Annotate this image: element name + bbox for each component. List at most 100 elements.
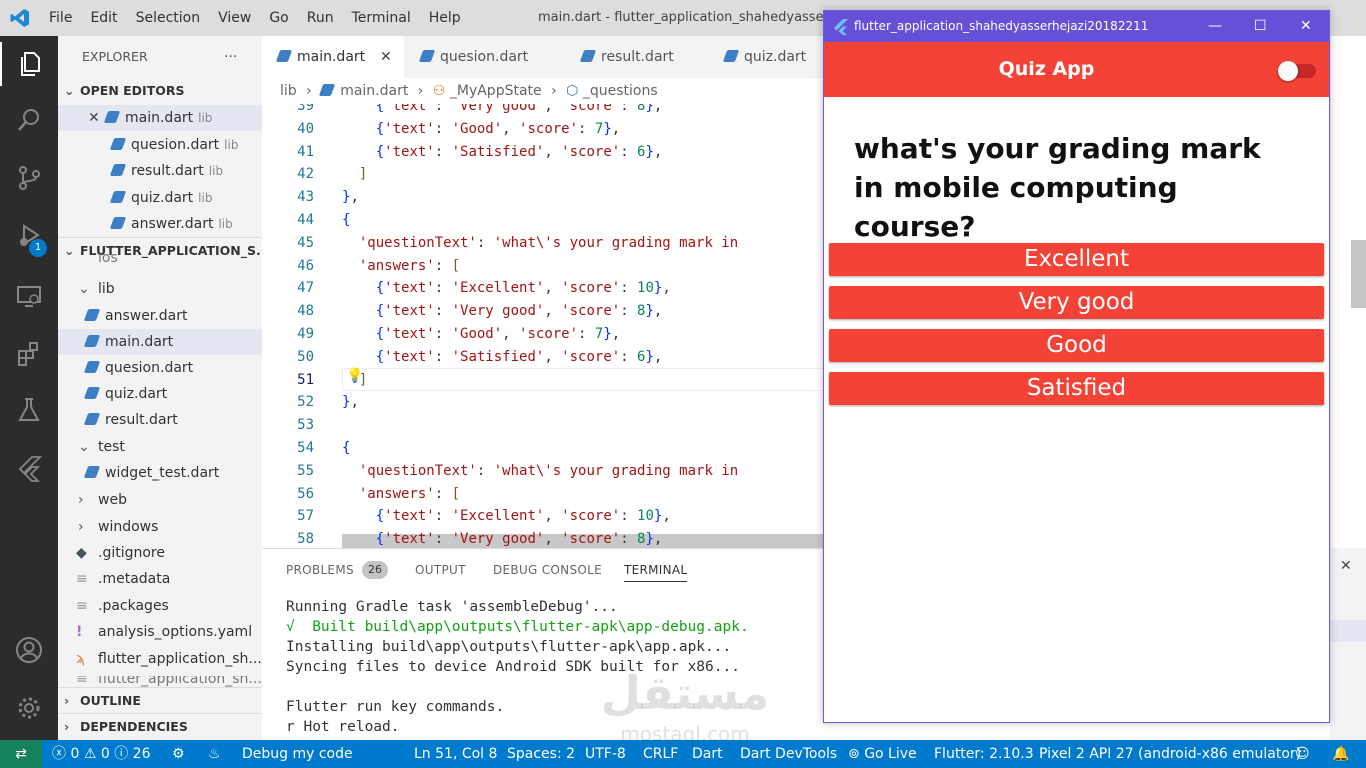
tree-file[interactable]: ≡ .packages	[58, 593, 262, 619]
tab-main-dart[interactable]: main.dart ✕	[262, 36, 404, 78]
tree-file[interactable]: main.dart	[58, 329, 262, 355]
search-icon[interactable]	[0, 98, 58, 142]
menu-help[interactable]: Help	[420, 0, 470, 36]
flutter-version-status[interactable]: Flutter: 2.10.3	[934, 740, 1034, 768]
chevron-right-icon: ›	[78, 519, 84, 535]
tab-debug-console[interactable]: DEBUG CONSOLE	[493, 563, 602, 577]
menu-run[interactable]: Run	[298, 0, 343, 36]
extensions-icon[interactable]	[0, 332, 58, 376]
problems-status[interactable]: ⓧ 0 ⚠ 0 ⓘ 26	[52, 740, 151, 768]
line-number: 40	[297, 120, 314, 137]
testing-icon[interactable]	[0, 388, 58, 432]
dart-file-icon	[83, 466, 101, 478]
go-live-button[interactable]: ⊚ Go Live	[848, 740, 917, 768]
menu-terminal[interactable]: Terminal	[343, 0, 420, 36]
feedback-icon[interactable]: ☺	[1295, 740, 1310, 768]
code-line: 'answers': [	[358, 257, 461, 274]
answer-button-good[interactable]: Good	[829, 329, 1324, 362]
notifications-bell-icon[interactable]: 🔔	[1332, 740, 1349, 768]
debug-target-icon[interactable]: ⚙	[172, 740, 185, 768]
open-editor-dir: lib	[224, 138, 239, 152]
close-window-icon[interactable]: ✕	[1300, 11, 1312, 42]
explorer-title: EXPLORER	[82, 49, 148, 64]
tree-folder[interactable]: ios	[58, 252, 262, 268]
debug-flame-icon[interactable]: ♨	[208, 740, 221, 768]
open-editor-item[interactable]: quesion.dart lib	[58, 132, 262, 158]
tab-problems[interactable]: PROBLEMS	[286, 563, 354, 577]
account-icon[interactable]	[0, 628, 58, 672]
close-tab-icon[interactable]: ✕	[380, 36, 392, 78]
tree-folder[interactable]: › web	[58, 487, 262, 513]
go-live-label: Go Live	[864, 746, 917, 762]
settings-gear-icon[interactable]	[0, 686, 58, 730]
run-debug-icon[interactable]: 1	[0, 214, 58, 258]
tab-quiz-dart[interactable]: quiz.dart	[709, 36, 824, 78]
menu-file[interactable]: File	[40, 0, 81, 36]
source-control-icon[interactable]	[0, 156, 58, 200]
explorer-icon[interactable]	[0, 42, 58, 86]
open-editor-dir: lib	[198, 111, 213, 125]
tree-folder[interactable]: ⌄ test	[58, 434, 262, 460]
tree-file[interactable]: ! analysis_options.yaml	[58, 619, 262, 645]
tab-output[interactable]: OUTPUT	[415, 563, 466, 577]
remote-explorer-icon[interactable]	[0, 274, 58, 318]
menu-edit[interactable]: Edit	[81, 0, 126, 36]
close-panel-icon[interactable]: ✕	[1340, 558, 1352, 574]
panel-edge: ✕	[1330, 548, 1366, 740]
breadcrumb-item[interactable]: main.dart	[340, 83, 408, 99]
device-status[interactable]: Pixel 2 API 27 (android-x86 emulator)	[1039, 740, 1301, 768]
terminal-list-item[interactable]	[1330, 620, 1366, 642]
chevron-right-icon: ›	[417, 83, 424, 99]
line-number: 55	[297, 462, 314, 479]
code-editor[interactable]: 💡 39 40 41 42 43 44 45 46 47 48 49 50 51 52 53 54 55 56 57…	[262, 104, 824, 548]
tree-item-label: result.dart	[105, 412, 178, 428]
tree-file[interactable]: quesion.dart	[58, 355, 262, 381]
line-number: 51	[297, 371, 314, 388]
editor-scrollbar-thumb[interactable]	[1351, 240, 1366, 308]
tree-file[interactable]: quiz.dart	[58, 381, 262, 407]
menu-view[interactable]: View	[209, 0, 260, 36]
theme-toggle-switch[interactable]	[1278, 61, 1316, 81]
outline-section[interactable]: › OUTLINE	[58, 687, 262, 713]
dependencies-section[interactable]: › DEPENDENCIES	[58, 713, 262, 739]
open-editor-item[interactable]: answer.dart lib	[58, 211, 262, 237]
line-number: 43	[297, 189, 314, 206]
explorer-more-actions[interactable]: ···	[224, 44, 237, 70]
tree-folder[interactable]: › windows	[58, 514, 262, 540]
breadcrumb-item[interactable]: _MyAppState	[450, 83, 542, 99]
close-editor-icon[interactable]: ✕	[88, 105, 106, 131]
tree-file[interactable]: result.dart	[58, 407, 262, 433]
open-editor-item[interactable]: result.dart lib	[58, 158, 262, 184]
remote-indicator-icon[interactable]: ⇄	[0, 740, 42, 768]
line-number: 49	[297, 326, 314, 342]
rss-file-icon: ϡ	[76, 651, 85, 667]
minimize-icon[interactable]: —	[1208, 11, 1222, 42]
open-editors-section[interactable]: ⌄ OPEN EDITORS	[58, 78, 262, 104]
window-title: main.dart - flutter_application_shahedya…	[538, 10, 837, 25]
tree-file[interactable]: ◆ .gitignore	[58, 540, 262, 566]
menu-selection[interactable]: Selection	[127, 0, 210, 36]
flutter-icon[interactable]	[0, 446, 58, 490]
maximize-icon[interactable]: ☐	[1254, 11, 1267, 42]
answer-button-satisfied[interactable]: Satisfied	[829, 372, 1324, 405]
tree-file[interactable]: ≡ .metadata	[58, 566, 262, 592]
tree-file[interactable]: ϡ flutter_application_sh...	[58, 646, 262, 672]
vscode-logo-icon	[10, 9, 29, 27]
debug-mode-status[interactable]: Debug my code	[242, 740, 353, 768]
answer-button-very-good[interactable]: Very good	[829, 286, 1324, 319]
tree-folder[interactable]: ⌄ lib	[58, 276, 262, 302]
cursor-position[interactable]: Ln 51, Col 8	[414, 740, 497, 768]
tree-file[interactable]: answer.dart	[58, 303, 262, 329]
tree-file[interactable]: widget_test.dart	[58, 460, 262, 486]
line-number: 54	[297, 440, 314, 456]
open-editor-item[interactable]: quiz.dart lib	[58, 185, 262, 211]
tab-terminal[interactable]: TERMINAL	[624, 563, 688, 582]
tab-quesion-dart[interactable]: quesion.dart	[405, 36, 565, 78]
tab-result-dart[interactable]: result.dart	[566, 36, 708, 78]
answer-button-excellent[interactable]: Excellent	[829, 243, 1324, 276]
breadcrumb-item[interactable]: lib	[280, 83, 297, 99]
breadcrumb-item[interactable]: _questions	[583, 83, 658, 99]
menu-go[interactable]: Go	[260, 0, 297, 36]
indentation-status[interactable]: Spaces: 2	[507, 740, 575, 768]
open-editor-item[interactable]: ✕ main.dart lib	[58, 105, 262, 131]
